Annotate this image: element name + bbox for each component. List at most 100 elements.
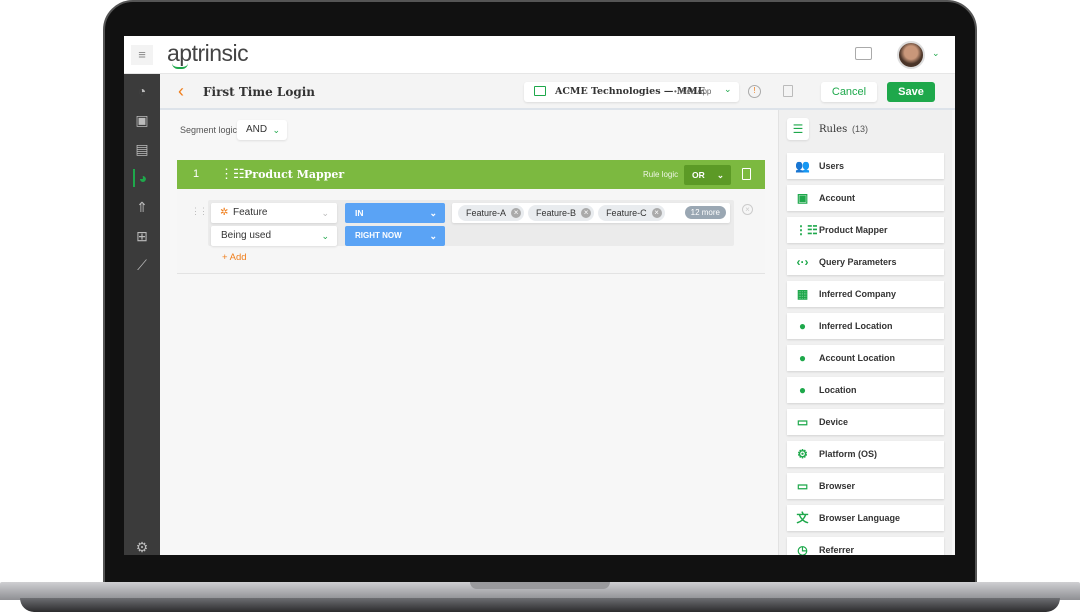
rule-item-label: Inferred Company xyxy=(819,289,897,299)
time-select[interactable]: RIGHT NOW ⌄ xyxy=(345,226,445,246)
add-condition-link[interactable]: + Add xyxy=(222,252,247,263)
hamburger-icon[interactable]: ≡ xyxy=(131,45,153,65)
speedometer-icon[interactable]: ◔ xyxy=(133,82,151,100)
chat-icon[interactable] xyxy=(855,47,872,60)
values-input[interactable]: Feature-A × Feature-B × Feature-C × 12 more xyxy=(452,203,730,223)
laptop-notch xyxy=(470,582,610,589)
avatar[interactable] xyxy=(897,41,925,69)
code-icon: ‹·› xyxy=(796,255,809,269)
chevron-down-icon: ⌄ xyxy=(429,231,437,241)
rule-item-browser-language[interactable]: 文 Browser Language xyxy=(787,505,944,531)
rule-item-label: Referrer xyxy=(819,545,855,555)
rule-item-account-location[interactable]: ● Account Location xyxy=(787,345,944,371)
cancel-button[interactable]: Cancel xyxy=(821,82,877,102)
more-badge[interactable]: 12 more xyxy=(684,206,726,219)
briefcase-icon[interactable]: ▤ xyxy=(133,140,151,158)
line-chart-icon[interactable]: ⟋ xyxy=(133,256,151,274)
rule-item-label: Device xyxy=(819,417,849,427)
rule-group: 1 ⋮☷ Product Mapper Rule logic OR ⌄ ⋮⋮⋮ ✲… xyxy=(177,160,765,274)
rule-item-device[interactable]: ▭ Device xyxy=(787,409,944,435)
browser-icon: ▭ xyxy=(796,479,809,493)
logo-smile xyxy=(172,63,188,69)
info-icon[interactable]: ! xyxy=(748,85,761,98)
platform-icon: ⚙ xyxy=(797,447,808,461)
rule-item-platform-os[interactable]: ⚙ Platform (OS) xyxy=(787,441,944,467)
globe-icon: ● xyxy=(798,351,807,365)
rule-item-label: Account Location xyxy=(819,353,895,363)
chip-feature-c: Feature-C × xyxy=(598,205,665,221)
user-card-icon[interactable]: ▣ xyxy=(133,111,151,129)
rules-count: (13) xyxy=(852,124,869,134)
product-mapper-icon: ⋮☷ xyxy=(220,166,245,181)
rule-item-label: Browser xyxy=(819,481,856,491)
back-icon[interactable]: ‹ xyxy=(178,81,184,102)
building-icon: ▦ xyxy=(796,287,809,301)
rule-item-users[interactable]: 👥 Users xyxy=(787,153,944,179)
chevron-down-icon: ⌄ xyxy=(724,84,732,94)
sidebar: ◔ ▣ ▤ ◕ ⇑ ⊞ ⟋ ⚙ xyxy=(124,74,160,555)
remove-chip-icon[interactable]: × xyxy=(651,208,662,218)
field-value: Feature xyxy=(233,207,268,218)
rule-item-label: Browser Language xyxy=(819,513,901,523)
segment-logic-select[interactable]: AND ⌄ xyxy=(237,120,287,140)
usage-select[interactable]: Being used ⌄ xyxy=(211,226,337,246)
clock-icon: ◷ xyxy=(797,543,808,555)
trash-icon[interactable] xyxy=(742,168,751,180)
translate-icon: 文 xyxy=(796,511,809,525)
chevron-down-icon: ⌄ xyxy=(716,170,724,180)
rocket-icon[interactable]: ⇑ xyxy=(133,198,151,216)
rule-item-product-mapper[interactable]: ⋮☷ Product Mapper xyxy=(787,217,944,243)
hierarchy-icon[interactable]: ⊞ xyxy=(133,227,151,245)
product-mapper-icon: ⋮☷ xyxy=(795,223,818,237)
rule-item-label: Product Mapper xyxy=(819,225,888,235)
time-value: RIGHT NOW xyxy=(355,231,402,240)
rules-title: Rules xyxy=(819,124,848,135)
rule-item-label: Platform (OS) xyxy=(819,449,878,459)
rule-item-query-parameters[interactable]: ‹·› Query Parameters xyxy=(787,249,944,275)
chevron-down-icon: ⌄ xyxy=(429,208,437,218)
condition-row: ✲ Feature ⌄ IN ⌄ Feature-A × Feature-B × Featu… xyxy=(208,200,734,246)
field-select[interactable]: ✲ Feature ⌄ xyxy=(211,203,337,223)
rule-item-account[interactable]: ▣ Account xyxy=(787,185,944,211)
rules-panel: ☰ Rules (13) 👥 Users ▣ Account ⋮☷ Product Map… xyxy=(778,110,952,555)
rule-logic-label: Rule logic xyxy=(643,170,679,179)
rule-item-inferred-location[interactable]: ● Inferred Location xyxy=(787,313,944,339)
account-icon: ▣ xyxy=(796,191,809,205)
rule-logic-select[interactable]: OR ⌄ xyxy=(684,165,731,185)
chip-feature-a: Feature-A × xyxy=(458,205,525,221)
trash-icon[interactable] xyxy=(783,85,793,97)
usage-value: Being used xyxy=(221,230,272,241)
laptop-base-bottom xyxy=(20,598,1060,612)
rule-item-label: Query Parameters xyxy=(819,257,897,267)
remove-condition-icon[interactable]: × xyxy=(742,204,753,215)
rule-logic-value: OR xyxy=(692,170,705,180)
rule-item-referrer[interactable]: ◷ Referrer xyxy=(787,537,944,555)
page-title: First Time Login xyxy=(203,85,315,99)
chevron-down-icon: ⌄ xyxy=(321,231,329,241)
save-button[interactable]: Save xyxy=(887,82,935,102)
product-selector[interactable]: ACME Technologies — MME • Web App ⌄ xyxy=(524,82,739,102)
rule-item-browser[interactable]: ▭ Browser xyxy=(787,473,944,499)
devices-icon: ▭ xyxy=(796,415,809,429)
chevron-down-icon: ⌄ xyxy=(321,208,329,218)
gear-icon[interactable]: ⚙ xyxy=(133,538,151,555)
globe-icon: ● xyxy=(798,383,807,397)
operator-select[interactable]: IN ⌄ xyxy=(345,203,445,223)
product-type: • Web App xyxy=(674,87,712,96)
pie-chart-icon[interactable]: ◕ xyxy=(133,169,151,187)
remove-chip-icon[interactable]: × xyxy=(511,208,522,218)
rule-number: 1 xyxy=(193,168,200,180)
rule-item-inferred-company[interactable]: ▦ Inferred Company xyxy=(787,281,944,307)
chevron-down-icon[interactable]: ⌄ xyxy=(932,48,940,59)
remove-chip-icon[interactable]: × xyxy=(581,208,592,218)
rules-list-icon: ☰ xyxy=(787,118,809,140)
rule-item-label: Account xyxy=(819,193,855,203)
rule-item-label: Inferred Location xyxy=(819,321,893,331)
subheader: ‹ First Time Login ACME Technologies — M… xyxy=(160,74,955,110)
users-icon: 👥 xyxy=(795,159,810,173)
rule-item-location[interactable]: ● Location xyxy=(787,377,944,403)
chevron-down-icon: ⌄ xyxy=(272,125,280,135)
segment-logic-value: AND xyxy=(246,124,268,135)
rule-item-label: Location xyxy=(819,385,857,395)
devices-icon xyxy=(534,86,546,96)
